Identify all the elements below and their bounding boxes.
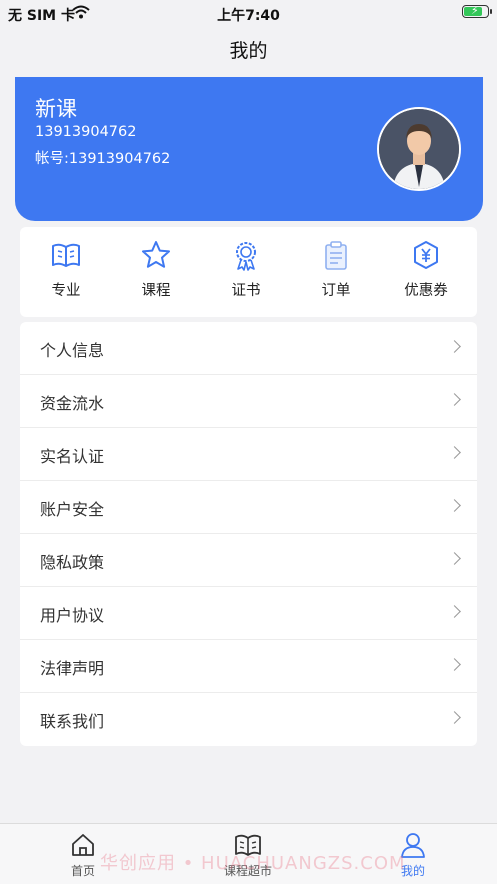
tab-course-market[interactable]: 课程超市	[208, 832, 288, 879]
tab-label: 首页	[70, 864, 95, 878]
profile-card[interactable]: 新课 13913904762 帐号:13913904762	[15, 77, 483, 221]
tab-mine[interactable]: 我的	[373, 832, 453, 879]
menu-item-label: 个人信息	[40, 341, 105, 360]
menu-item-label: 资金流水	[40, 394, 105, 413]
menu-item-label: 法律声明	[40, 659, 105, 678]
shortcut-major[interactable]: 专业	[31, 239, 101, 309]
menu-item-contact-us[interactable]: 联系我们	[20, 693, 477, 745]
avatar-person-icon	[379, 109, 459, 189]
user-account: 帐号:13913904762	[35, 151, 171, 167]
shortcut-label: 订单	[321, 283, 351, 299]
chevron-right-icon	[448, 340, 461, 353]
home-icon	[72, 834, 94, 856]
menu-item-fund-flow[interactable]: 资金流水	[20, 375, 477, 428]
shortcut-label: 课程	[141, 283, 171, 299]
menu-item-personal-info[interactable]: 个人信息	[20, 322, 477, 375]
shortcut-panel: 专业 课程 证书 订单 优惠券	[20, 227, 477, 317]
shortcut-courses[interactable]: 课程	[121, 239, 191, 309]
shortcut-label: 专业	[51, 283, 81, 299]
menu-item-label: 账户安全	[40, 500, 105, 519]
chevron-right-icon	[448, 393, 461, 406]
menu-item-account-security[interactable]: 账户安全	[20, 481, 477, 534]
menu-item-real-name-auth[interactable]: 实名认证	[20, 428, 477, 481]
book-icon	[235, 834, 261, 856]
menu-item-label: 用户协议	[40, 606, 105, 625]
page-title: 我的	[229, 40, 268, 62]
charging-icon: ⚡	[471, 4, 479, 17]
tab-label: 我的	[400, 864, 425, 878]
avatar[interactable]	[377, 107, 461, 191]
settings-menu: 个人信息 资金流水 实名认证 账户安全 隐私政策 用户协议 法律声明 联系我们	[20, 322, 477, 746]
tab-label: 课程超市	[223, 864, 272, 878]
clipboard-icon	[325, 241, 347, 270]
chevron-right-icon	[448, 711, 461, 724]
menu-item-legal-notice[interactable]: 法律声明	[20, 640, 477, 693]
menu-item-user-agreement[interactable]: 用户协议	[20, 587, 477, 640]
shortcut-certificate[interactable]: 证书	[211, 239, 281, 309]
user-name: 新课	[35, 97, 77, 121]
chevron-right-icon	[448, 499, 461, 512]
book-icon	[52, 243, 80, 267]
shortcut-orders[interactable]: 订单	[301, 239, 371, 309]
star-icon	[142, 241, 170, 268]
certificate-icon	[236, 242, 256, 271]
user-phone: 13913904762	[35, 124, 137, 140]
user-icon	[401, 833, 425, 858]
menu-item-label: 实名认证	[40, 447, 105, 466]
tab-home[interactable]: 首页	[43, 832, 123, 879]
shortcut-label: 证书	[231, 283, 261, 299]
shortcut-label: 优惠券	[404, 283, 448, 299]
chevron-right-icon	[448, 552, 461, 565]
battery-icon: ⚡	[462, 4, 492, 18]
menu-item-label: 联系我们	[40, 712, 105, 731]
menu-item-privacy-policy[interactable]: 隐私政策	[20, 534, 477, 587]
tab-bar: 首页 课程超市 我的	[0, 823, 497, 884]
chevron-right-icon	[448, 446, 461, 459]
menu-item-label: 隐私政策	[40, 553, 105, 572]
status-time: 上午7:40	[217, 8, 280, 24]
chevron-right-icon	[448, 658, 461, 671]
chevron-right-icon	[448, 605, 461, 618]
shortcut-coupons[interactable]: 优惠券	[391, 239, 461, 309]
status-bar: 无 SIM 卡 上午7:40 ⚡	[0, 0, 497, 26]
coupon-icon	[414, 241, 438, 269]
